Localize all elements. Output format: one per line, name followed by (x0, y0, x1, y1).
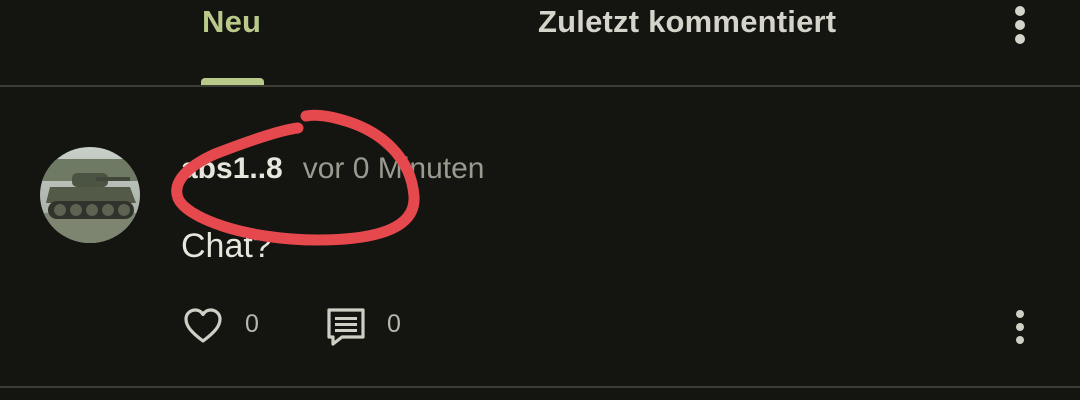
more-vertical-icon[interactable] (1008, 307, 1032, 347)
heart-icon[interactable] (183, 307, 223, 345)
username[interactable]: abs1..8 (181, 152, 283, 185)
header-divider (0, 85, 1080, 87)
post-divider (0, 386, 1080, 388)
more-vertical-icon[interactable] (1005, 2, 1035, 48)
tab-bar: Neu Zuletzt kommentiert (0, 0, 1080, 86)
post-timestamp: vor 0 Minuten (302, 152, 485, 185)
post-text: Chat? (181, 227, 272, 265)
like-count: 0 (245, 310, 259, 338)
comment-count: 0 (387, 310, 401, 338)
avatar[interactable] (40, 147, 140, 243)
comment-icon[interactable] (326, 307, 366, 347)
feed-screen: Neu Zuletzt kommentiert abs1..8 vor 0 Mi… (0, 0, 1080, 400)
tab-zuletzt-kommentiert[interactable]: Zuletzt kommentiert (538, 4, 836, 40)
post-meta: abs1..8 vor 0 Minuten (181, 152, 485, 186)
tab-neu[interactable]: Neu (202, 4, 261, 40)
